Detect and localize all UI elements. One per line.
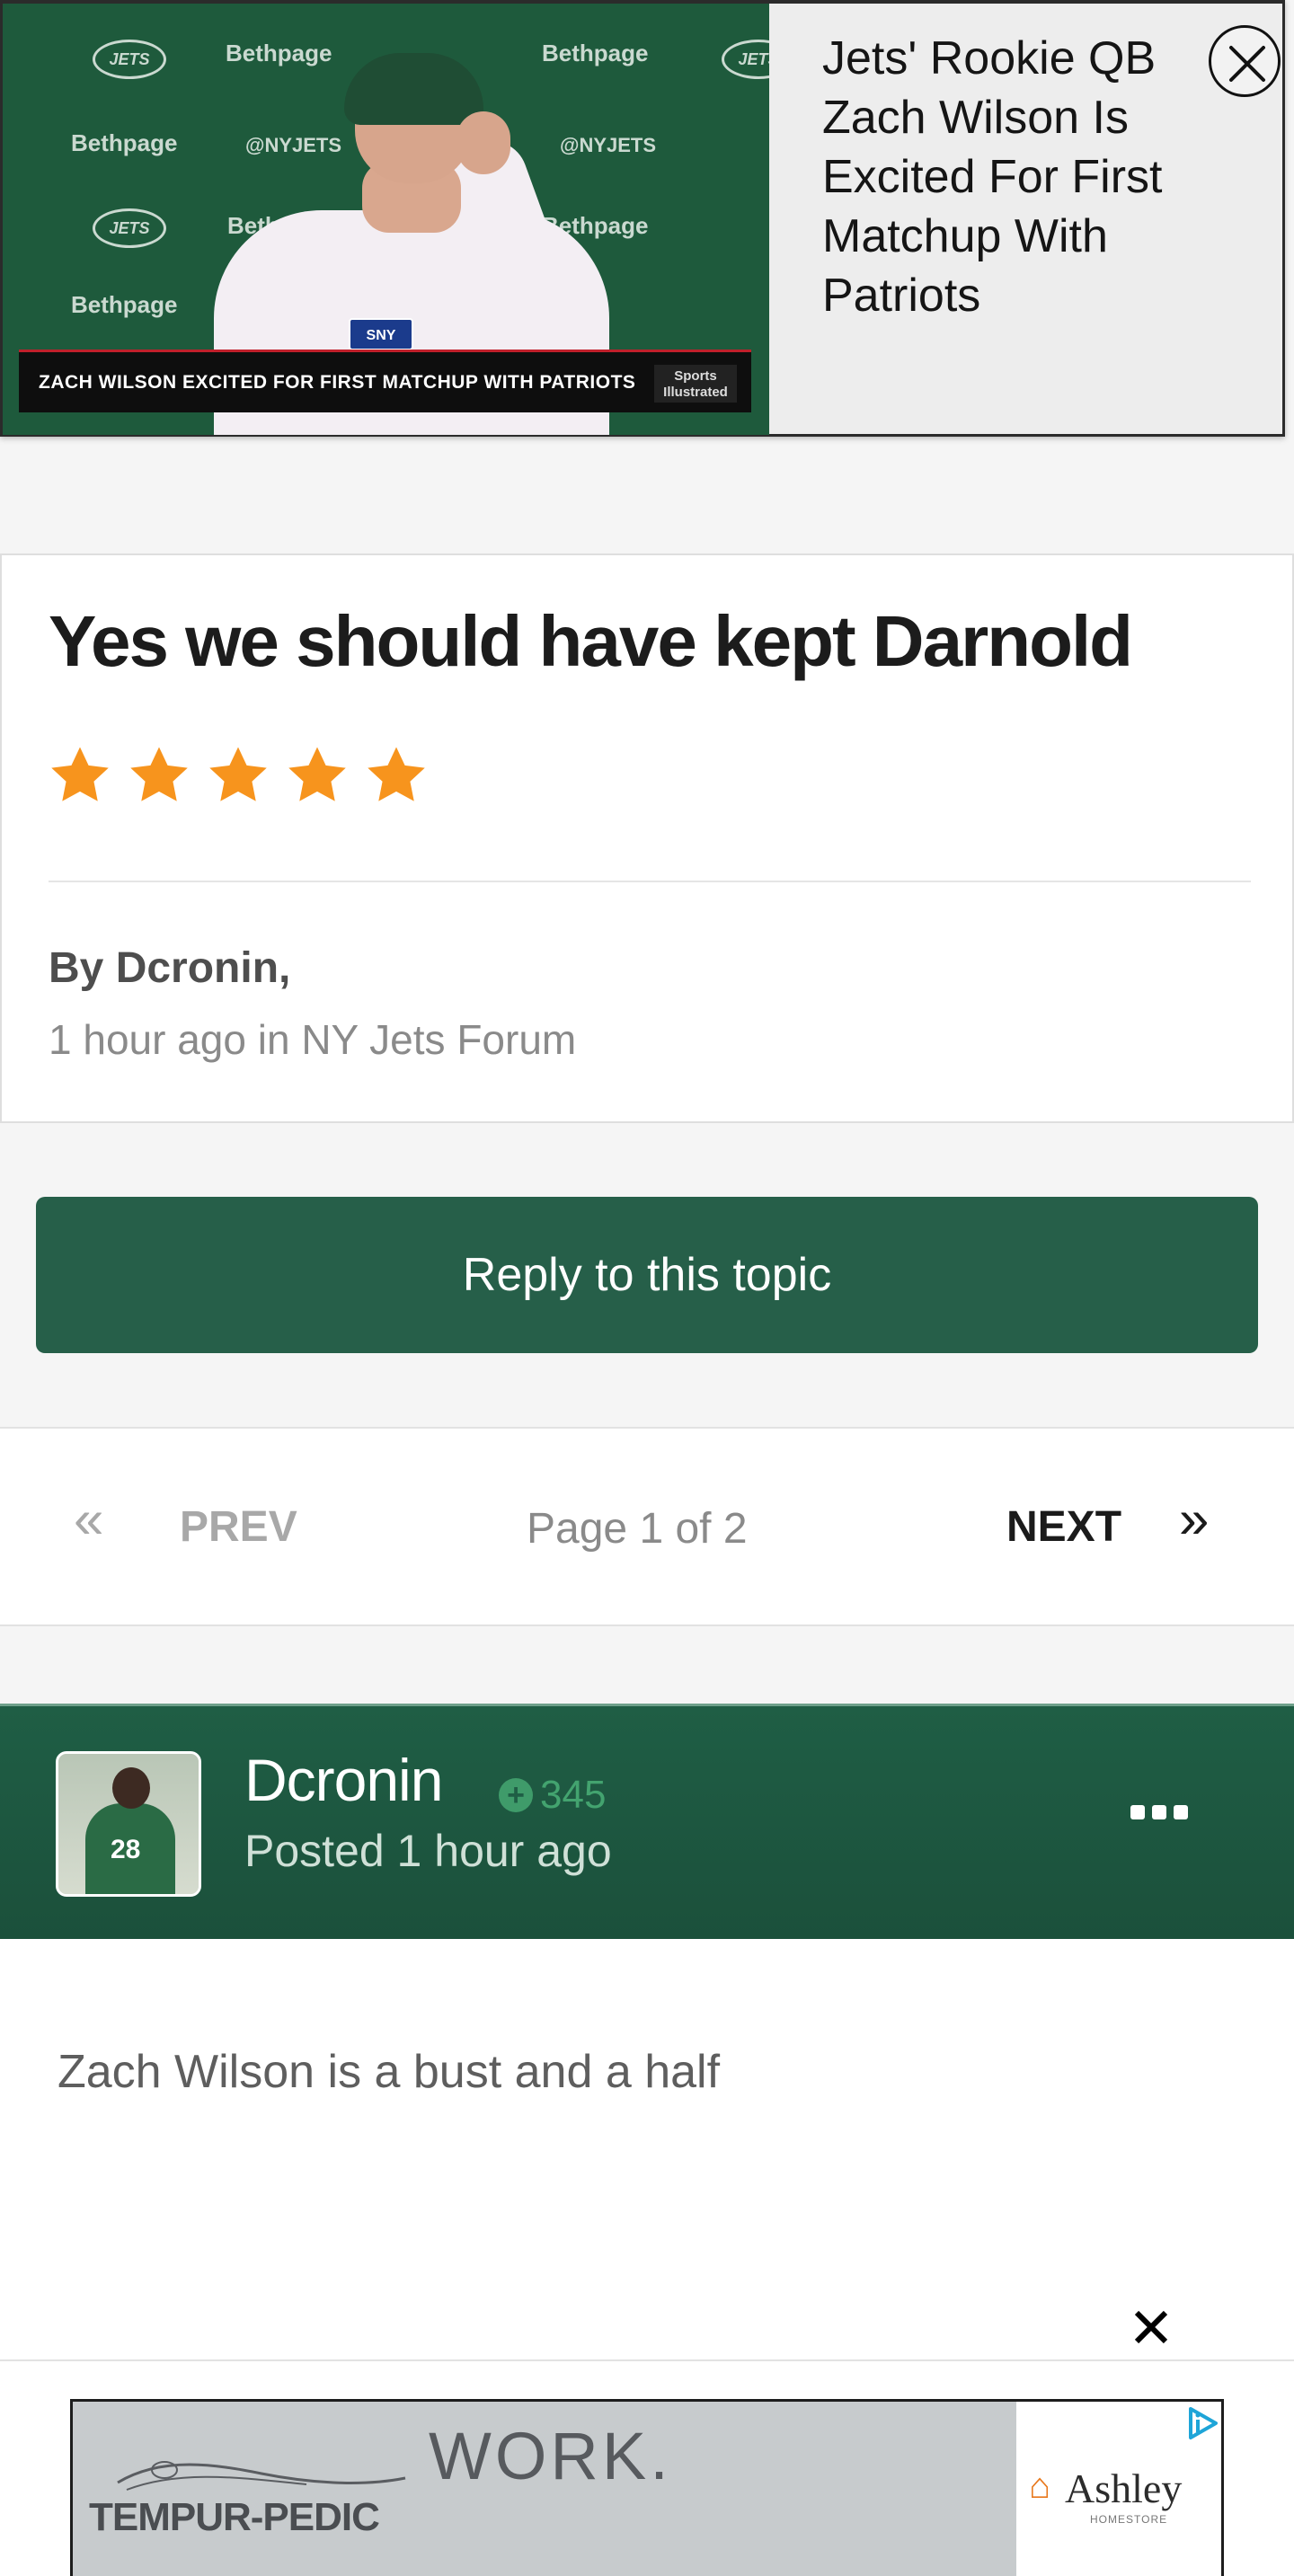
- topic-card: Yes we should have kept Darnold By Dcron…: [0, 553, 1294, 1123]
- last-page-icon[interactable]: »: [1179, 1488, 1209, 1550]
- backdrop-sponsor-text: Bethpage: [71, 291, 178, 318]
- close-video-button[interactable]: [1209, 25, 1281, 97]
- reply-to-topic-button[interactable]: Reply to this topic: [36, 1197, 1258, 1353]
- backdrop-sponsor-text: Bethpage: [71, 129, 178, 156]
- jets-logo: JETS: [93, 208, 166, 248]
- star-icon[interactable]: [47, 742, 113, 809]
- video-thumbnail[interactable]: Bethpage Bethpage Bethpage @NYJETS @NYJE…: [3, 4, 769, 435]
- ashley-logo: Ashley: [1065, 2465, 1183, 2511]
- topic-meta: 1 hour ago in NY Jets Forum: [49, 1016, 577, 1063]
- speaker-cap: [344, 53, 483, 125]
- mattress-outline-icon: [117, 2461, 406, 2491]
- backdrop-handle-text: @NYJETS: [245, 134, 342, 156]
- divider: [49, 881, 1251, 882]
- plus-circle-icon: +: [499, 1778, 533, 1812]
- next-page-button[interactable]: NEXT: [1006, 1502, 1121, 1552]
- backdrop-sponsor-text: Bethpage: [226, 40, 332, 66]
- star-icon[interactable]: [126, 742, 192, 809]
- video-overlay: Bethpage Bethpage Bethpage @NYJETS @NYJE…: [0, 0, 1285, 437]
- reputation-badge[interactable]: + 345: [499, 1773, 606, 1818]
- ellipsis-icon: [1130, 1805, 1145, 1819]
- page-indicator[interactable]: Page 1 of 2: [527, 1504, 748, 1554]
- star-icon[interactable]: [284, 742, 350, 809]
- topic-author[interactable]: By Dcronin,: [49, 943, 290, 993]
- house-icon: ⌂: [1029, 2466, 1051, 2506]
- adchoices-icon[interactable]: [1183, 2405, 1221, 2441]
- ellipsis-icon: [1174, 1805, 1188, 1819]
- sports-illustrated-logo: Sports Illustrated: [654, 365, 737, 403]
- topic-rating[interactable]: [47, 742, 430, 809]
- ad-headline: WORK.: [429, 2419, 672, 2493]
- video-lower-third: ZACH WILSON EXCITED FOR FIRST MATCHUP WI…: [19, 350, 751, 412]
- close-circle-icon: [1229, 46, 1265, 82]
- jets-logo: JETS: [93, 40, 166, 79]
- post-body: Zach Wilson is a bust and a half: [0, 1939, 1294, 2361]
- avatar[interactable]: 28: [56, 1751, 201, 1897]
- post-content: Zach Wilson is a bust and a half: [58, 2046, 721, 2098]
- close-x-icon[interactable]: [1129, 2305, 1174, 2350]
- avatar-jersey-number: 28: [111, 1835, 141, 1864]
- ashley-homestore-text: HOMESTORE: [1090, 2513, 1168, 2526]
- first-page-icon[interactable]: «: [74, 1488, 103, 1550]
- ellipsis-icon: [1152, 1805, 1166, 1819]
- pagination: « PREV Page 1 of 2 NEXT »: [0, 1427, 1294, 1626]
- star-icon[interactable]: [363, 742, 430, 809]
- video-caption: ZACH WILSON EXCITED FOR FIRST MATCHUP WI…: [39, 372, 636, 393]
- tempur-pedic-logo: TEMPUR-PEDIC: [89, 2495, 380, 2539]
- video-title[interactable]: Jets' Rookie QB Zach Wilson Is Excited F…: [822, 29, 1164, 325]
- jets-logo: JETS: [722, 40, 769, 79]
- backdrop-handle-text: @NYJETS: [560, 134, 657, 156]
- avatar-head: [112, 1767, 150, 1809]
- more-options-button[interactable]: [1130, 1805, 1188, 1819]
- speaker-hand: [456, 111, 510, 174]
- reputation-count: 345: [540, 1773, 607, 1817]
- star-icon[interactable]: [205, 742, 271, 809]
- ad-banner[interactable]: WORK. TEMPUR-PEDIC ⌂ Ashley HOMESTORE: [70, 2399, 1224, 2576]
- backdrop-sponsor-text: Bethpage: [542, 40, 649, 66]
- ad-region: WORK. TEMPUR-PEDIC ⌂ Ashley HOMESTORE: [0, 2359, 1294, 2576]
- post-username[interactable]: Dcronin: [244, 1746, 443, 1814]
- prev-page-button[interactable]: PREV: [180, 1502, 297, 1552]
- post-timestamp: Posted 1 hour ago: [244, 1826, 612, 1876]
- topic-title: Yes we should have kept Darnold: [49, 601, 1133, 681]
- sny-logo: SNY: [349, 318, 413, 350]
- post-header: 28 Dcronin + 345 Posted 1 hour ago: [0, 1704, 1294, 1939]
